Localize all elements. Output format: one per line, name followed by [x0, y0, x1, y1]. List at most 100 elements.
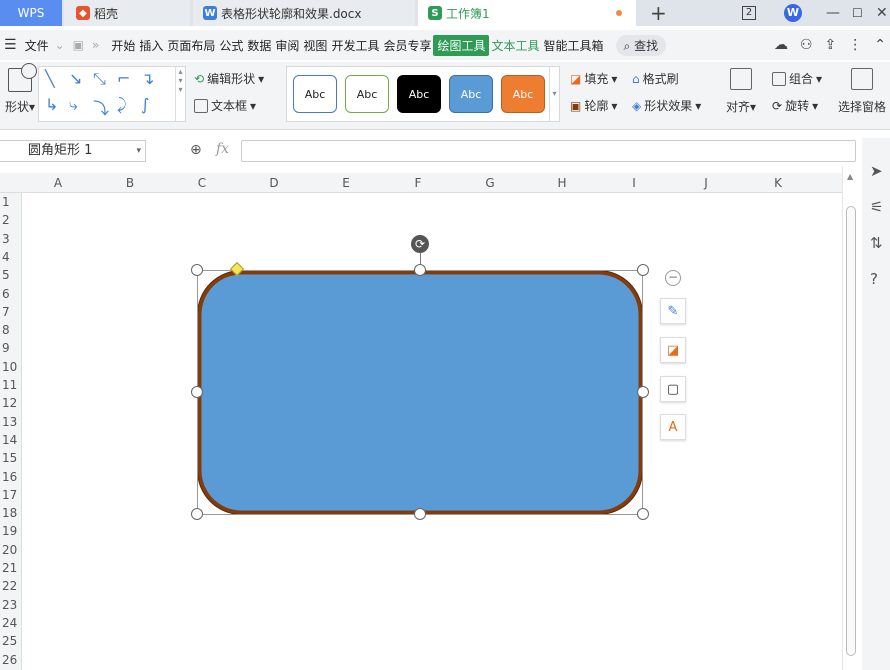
shape-styles-gallery[interactable]: Abc Abc Abc Abc Abc ▾ — [286, 66, 560, 122]
column-header-e[interactable]: E — [310, 176, 382, 190]
tab-wps[interactable]: WPS — [0, 0, 62, 26]
menu-formulas[interactable]: 公式 — [217, 37, 245, 54]
elbow-connector-icon[interactable]: ⌐ — [117, 69, 130, 88]
menu-page-layout[interactable]: 页面布局 — [165, 37, 217, 54]
line-icon[interactable]: ╲ — [45, 69, 55, 88]
row-header-11[interactable]: 11 — [0, 378, 22, 392]
text-effects-icon[interactable]: A — [660, 414, 686, 440]
more-options-icon[interactable]: ⋮ — [848, 37, 862, 53]
double-arrow-icon[interactable]: ⤡ — [93, 69, 106, 89]
more-icon[interactable]: » — [92, 38, 99, 52]
outline-icon[interactable]: ▢ — [660, 376, 686, 402]
row-header-1[interactable]: 1 — [0, 195, 22, 209]
tab-workbook[interactable]: S 工作簿1 — [418, 0, 636, 26]
fill-bucket-icon[interactable]: ◪ — [660, 337, 686, 363]
row-header-9[interactable]: 9 — [0, 341, 22, 355]
freeform-icon[interactable]: ∫ — [141, 95, 149, 114]
minimize-button[interactable]: — — [826, 0, 840, 26]
menu-text-tools[interactable]: 文本工具 — [489, 37, 541, 54]
row-header-7[interactable]: 7 — [0, 305, 22, 319]
hamburger-menu-icon[interactable]: ☰ — [4, 37, 17, 53]
formula-input[interactable] — [241, 140, 856, 162]
share-icon[interactable]: ⇪ — [825, 37, 837, 53]
select-all-corner[interactable] — [0, 173, 22, 193]
menu-view[interactable]: 视图 — [301, 37, 329, 54]
align-button[interactable]: 对齐▾ — [726, 68, 756, 115]
collaborate-icon[interactable]: ⚇ — [800, 37, 813, 53]
column-header-d[interactable]: D — [238, 176, 310, 190]
row-header-13[interactable]: 13 — [0, 415, 22, 429]
column-header-j[interactable]: J — [670, 176, 742, 190]
menu-review[interactable]: 审阅 — [273, 37, 301, 54]
row-header-15[interactable]: 15 — [0, 451, 22, 465]
resize-handle-sw[interactable] — [191, 508, 203, 520]
chevron-down-icon[interactable]: ⌄ — [55, 38, 65, 52]
row-header-22[interactable]: 22 — [0, 579, 22, 593]
style-black-fill[interactable]: Abc — [397, 75, 441, 113]
menu-data[interactable]: 数据 — [245, 37, 273, 54]
name-box[interactable]: 圆角矩形 1 ▾ — [0, 140, 146, 162]
resize-handle-se[interactable] — [637, 508, 649, 520]
style-orange-fill[interactable]: Abc — [501, 75, 545, 113]
menu-smart-tools[interactable]: 智能工具箱 — [542, 37, 606, 54]
wps-account-icon[interactable]: W — [784, 0, 802, 26]
maximize-button[interactable]: ☐ — [852, 0, 863, 26]
window-count-badge[interactable]: 2 — [742, 0, 756, 26]
row-header-6[interactable]: 6 — [0, 287, 22, 301]
column-header-b[interactable]: B — [94, 176, 166, 190]
scroll-up-icon[interactable]: ▲ — [847, 172, 853, 181]
column-header-a[interactable]: A — [22, 176, 94, 190]
arrow-line-icon[interactable]: ↘ — [69, 69, 82, 88]
resize-handle-n[interactable] — [414, 264, 426, 276]
shape-style-brush-icon[interactable]: ✎ — [660, 298, 686, 324]
row-header-8[interactable]: 8 — [0, 323, 22, 337]
column-header-f[interactable]: F — [382, 176, 454, 190]
properties-sliders-icon[interactable]: ⚟ — [870, 198, 883, 216]
row-header-25[interactable]: 25 — [0, 634, 22, 648]
row-header-20[interactable]: 20 — [0, 543, 22, 557]
column-header-c[interactable]: C — [166, 176, 238, 190]
group-button[interactable]: 组合 ▾ — [772, 70, 822, 87]
edit-shape-button[interactable]: ⟲ 编辑形状 ▾ — [194, 70, 264, 87]
cloud-icon[interactable]: ☁ — [774, 37, 788, 53]
row-header-21[interactable]: 21 — [0, 561, 22, 575]
textbox-button[interactable]: 文本框 ▾ — [194, 97, 264, 114]
row-header-4[interactable]: 4 — [0, 250, 22, 264]
collapse-toolbar-icon[interactable]: − — [665, 270, 681, 286]
menu-developer[interactable]: 开发工具 — [329, 37, 381, 54]
new-tab-button[interactable]: + — [650, 2, 667, 24]
curved-double-arrow-icon[interactable]: ⤸ — [117, 95, 127, 115]
close-button[interactable]: ✕ — [876, 0, 888, 26]
scrollbar-thumb[interactable] — [846, 206, 856, 656]
rotate-handle-icon[interactable]: ⟳ — [411, 235, 429, 253]
row-header-19[interactable]: 19 — [0, 524, 22, 538]
vertical-scrollbar[interactable]: ▲ — [842, 166, 860, 670]
collapse-ribbon-icon[interactable]: ⌃ — [874, 37, 886, 53]
zoom-icon[interactable]: ⊕ — [190, 142, 202, 158]
curved-connector-icon[interactable]: ⤷ — [69, 95, 78, 115]
row-header-17[interactable]: 17 — [0, 488, 22, 502]
style-green-outline[interactable]: Abc — [345, 75, 389, 113]
resize-handle-e[interactable] — [637, 386, 649, 398]
curved-arrow-icon[interactable]: ⤵ — [93, 95, 109, 119]
elbow-arrow-icon[interactable]: ↴ — [141, 69, 154, 88]
save-icon[interactable]: ▣ — [73, 38, 84, 52]
style-blue-fill[interactable]: Abc — [449, 75, 493, 113]
row-header-26[interactable]: 26 — [0, 653, 22, 667]
row-header-10[interactable]: 10 — [0, 360, 22, 374]
tab-daoke[interactable]: ◆ 稻壳 — [64, 0, 190, 26]
cursor-icon[interactable]: ➤ — [870, 162, 883, 180]
column-header-k[interactable]: K — [742, 176, 814, 190]
menu-home[interactable]: 开始 — [109, 37, 137, 54]
outline-button[interactable]: ▣ 轮廓 ▾ — [570, 97, 617, 114]
menu-file[interactable]: 文件 — [23, 37, 51, 54]
styles-more-icon[interactable]: ▾ — [549, 67, 559, 121]
row-header-24[interactable]: 24 — [0, 616, 22, 630]
format-painter-button[interactable]: ⌂ 格式刷 — [632, 70, 701, 87]
row-header-16[interactable]: 16 — [0, 470, 22, 484]
column-header-g[interactable]: G — [454, 176, 526, 190]
row-header-23[interactable]: 23 — [0, 598, 22, 612]
style-blue-outline[interactable]: Abc — [293, 75, 337, 113]
column-header-h[interactable]: H — [526, 176, 598, 190]
row-header-2[interactable]: 2 — [0, 213, 22, 227]
